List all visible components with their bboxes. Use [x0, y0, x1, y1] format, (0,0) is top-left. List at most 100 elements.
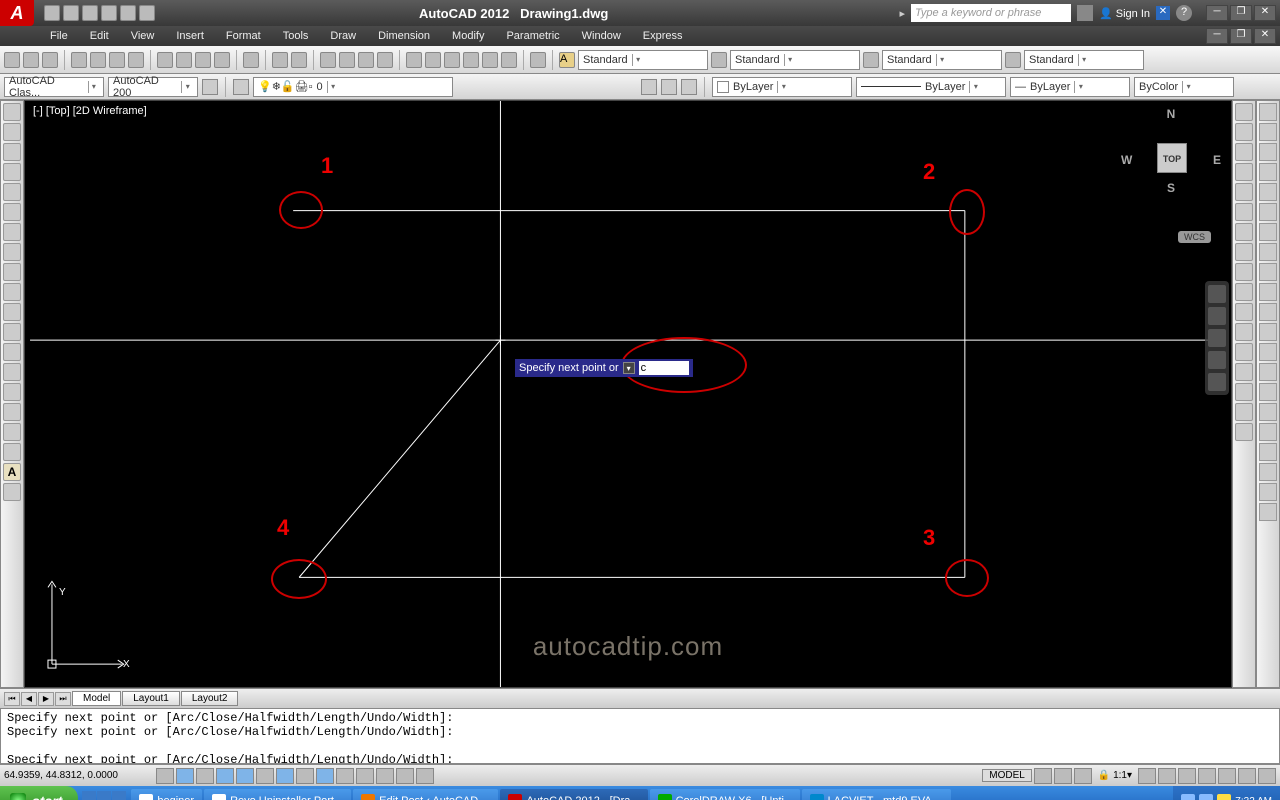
- color-combo[interactable]: ByLayer: [712, 77, 852, 97]
- taskbar-item[interactable]: LACVIET - mtd9 EVA ...: [802, 789, 952, 800]
- pan2-icon[interactable]: [1208, 307, 1226, 325]
- close-button[interactable]: ✕: [1254, 5, 1276, 21]
- table-icon[interactable]: [3, 443, 21, 461]
- break-icon[interactable]: [1235, 323, 1253, 341]
- copy-icon[interactable]: [176, 52, 192, 68]
- toolbar-lock-icon[interactable]: [1198, 768, 1216, 784]
- publish-icon[interactable]: [109, 52, 125, 68]
- menu-view[interactable]: View: [121, 28, 165, 44]
- polar-toggle[interactable]: [216, 768, 234, 784]
- menu-modify[interactable]: Modify: [442, 28, 494, 44]
- tray-icon[interactable]: [1199, 794, 1213, 800]
- quickview-layouts-icon[interactable]: [1034, 768, 1052, 784]
- tpy-toggle[interactable]: [356, 768, 374, 784]
- tab-layout1[interactable]: Layout1: [122, 691, 180, 706]
- preview-icon[interactable]: [90, 52, 106, 68]
- am-toggle[interactable]: [416, 768, 434, 784]
- fullnav-icon[interactable]: [1208, 285, 1226, 303]
- doc-minimize-button[interactable]: ─: [1206, 28, 1228, 44]
- menu-dimension[interactable]: Dimension: [368, 28, 440, 44]
- menu-parametric[interactable]: Parametric: [496, 28, 569, 44]
- mirror-icon[interactable]: [1235, 143, 1253, 161]
- lineweight-combo[interactable]: — ByLayer: [1010, 77, 1130, 97]
- layer-props-icon[interactable]: [233, 79, 249, 95]
- offset-icon[interactable]: [1235, 163, 1253, 181]
- xline-icon[interactable]: [3, 123, 21, 141]
- hardware-accel-icon[interactable]: [1218, 768, 1236, 784]
- grid-toggle[interactable]: [176, 768, 194, 784]
- dimlinear-icon[interactable]: [1259, 103, 1277, 121]
- quicklaunch-icon[interactable]: [82, 791, 96, 800]
- print-icon[interactable]: [71, 52, 87, 68]
- new-icon[interactable]: [4, 52, 20, 68]
- dynamic-input-field[interactable]: [639, 361, 689, 375]
- revcloud-icon[interactable]: [3, 243, 21, 261]
- dimstyle2-icon[interactable]: [1259, 503, 1277, 521]
- exchange-icon[interactable]: ✕: [1156, 6, 1170, 20]
- quicklaunch-icon-3[interactable]: [112, 791, 126, 800]
- showmotion-icon[interactable]: [1208, 373, 1226, 391]
- dimbreak-icon[interactable]: [1259, 343, 1277, 361]
- viewcube[interactable]: N S E W TOP: [1121, 107, 1221, 207]
- gradient-icon[interactable]: [3, 403, 21, 421]
- cleanscreen-icon[interactable]: [1258, 768, 1276, 784]
- chamfer-icon[interactable]: [1235, 363, 1253, 381]
- polygon-icon[interactable]: [3, 163, 21, 181]
- taskbar-item[interactable]: Revo Uninstaller Port...: [204, 789, 351, 800]
- zoom-previous-icon[interactable]: [377, 52, 393, 68]
- doc-maximize-button[interactable]: ❐: [1230, 28, 1252, 44]
- annoscale-icon[interactable]: [1074, 768, 1092, 784]
- dimang-icon[interactable]: [1259, 243, 1277, 261]
- addselected-icon[interactable]: [3, 483, 21, 501]
- model-space-button[interactable]: MODEL: [982, 769, 1032, 782]
- tab-prev-button[interactable]: ◀: [21, 692, 37, 706]
- viewcube-w[interactable]: W: [1121, 153, 1132, 167]
- textstyle-combo[interactable]: Standard: [578, 50, 708, 70]
- textstyle-icon[interactable]: A: [559, 52, 575, 68]
- search-icon[interactable]: [1077, 5, 1093, 21]
- sign-in-button[interactable]: 👤 Sign In: [1099, 7, 1150, 20]
- ellipse-icon[interactable]: [3, 283, 21, 301]
- zoom-realtime-icon[interactable]: [339, 52, 355, 68]
- viewcube-e[interactable]: E: [1213, 153, 1221, 167]
- dimspace-icon[interactable]: [1259, 323, 1277, 341]
- erase-icon[interactable]: [1235, 103, 1253, 121]
- isolate-icon[interactable]: [1238, 768, 1256, 784]
- diminspect-icon[interactable]: [1259, 403, 1277, 421]
- arc-icon[interactable]: [3, 203, 21, 221]
- dimstyle-icon[interactable]: [711, 52, 727, 68]
- cut-icon[interactable]: [157, 52, 173, 68]
- menu-edit[interactable]: Edit: [80, 28, 119, 44]
- pline-icon[interactable]: [3, 143, 21, 161]
- qat-save-icon[interactable]: [82, 5, 98, 21]
- fillet-icon[interactable]: [1235, 383, 1253, 401]
- lwt-toggle[interactable]: [336, 768, 354, 784]
- quickview-drawings-icon[interactable]: [1054, 768, 1072, 784]
- layer-combo[interactable]: 💡❄🔓🖨▫ 0: [253, 77, 453, 97]
- tab-layout2[interactable]: Layout2: [181, 691, 239, 706]
- redo-icon[interactable]: [291, 52, 307, 68]
- menu-file[interactable]: File: [40, 28, 78, 44]
- menu-insert[interactable]: Insert: [166, 28, 214, 44]
- quickcalc-icon[interactable]: [501, 52, 517, 68]
- dimord-icon[interactable]: [1259, 163, 1277, 181]
- qp-toggle[interactable]: [376, 768, 394, 784]
- dimjog-icon[interactable]: [1259, 203, 1277, 221]
- help-icon[interactable]: ?: [1176, 5, 1192, 21]
- menu-draw[interactable]: Draw: [320, 28, 366, 44]
- tab-first-button[interactable]: ⏮: [4, 692, 20, 706]
- viewcube-top[interactable]: TOP: [1157, 143, 1187, 173]
- tablestyle-combo[interactable]: Standard: [882, 50, 1002, 70]
- toolpalette-icon[interactable]: [444, 52, 460, 68]
- snap-toggle[interactable]: [156, 768, 174, 784]
- circle-icon[interactable]: [3, 223, 21, 241]
- pan-icon[interactable]: [320, 52, 336, 68]
- minimize-button[interactable]: ─: [1206, 5, 1228, 21]
- centermark-icon[interactable]: [1259, 383, 1277, 401]
- ducs-toggle[interactable]: [296, 768, 314, 784]
- dimtedit-icon[interactable]: [1259, 463, 1277, 481]
- dimdia-icon[interactable]: [1259, 223, 1277, 241]
- dimbase-icon[interactable]: [1259, 283, 1277, 301]
- ws-switch-icon[interactable]: [1178, 768, 1196, 784]
- open-icon[interactable]: [23, 52, 39, 68]
